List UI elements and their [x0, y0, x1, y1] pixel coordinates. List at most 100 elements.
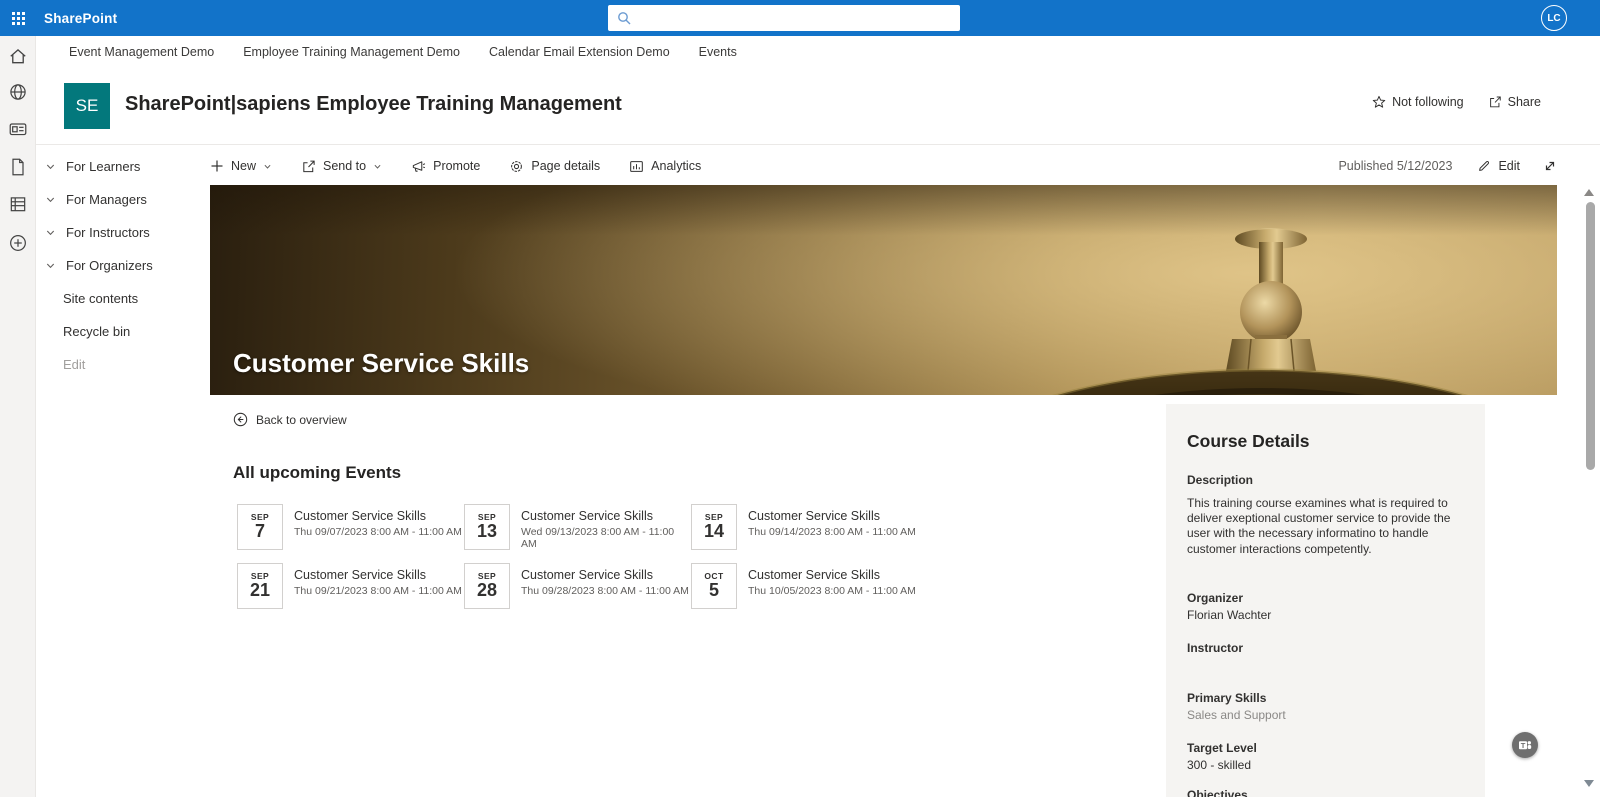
teams-fab-button[interactable]: T [1512, 732, 1538, 758]
event-title: Customer Service Skills [521, 568, 653, 582]
new-button[interactable]: New [210, 159, 272, 173]
app-rail [0, 36, 36, 797]
event-month: SEP [250, 570, 270, 581]
objectives-label: Objectives [1187, 787, 1248, 797]
bar-chart-icon [629, 159, 644, 174]
sidebar-item-for-learners[interactable]: For Learners [36, 150, 210, 183]
event-info: Customer Service Skills Thu 10/05/2023 8… [748, 563, 916, 609]
edit-label: Edit [1498, 159, 1520, 173]
send-to-label: Send to [323, 159, 367, 173]
event-day: 14 [703, 521, 725, 542]
site-logo[interactable]: SE [64, 83, 110, 129]
event-card[interactable]: SEP 28 Customer Service Skills Thu 09/28… [464, 563, 691, 609]
svg-text:T: T [1521, 741, 1526, 750]
sidebar-item-site-contents[interactable]: Site contents [36, 282, 210, 315]
hub-link-events[interactable]: Events [694, 45, 742, 59]
event-date-box: SEP 14 [691, 504, 737, 550]
hub-link-calendar-email[interactable]: Calendar Email Extension Demo [484, 45, 675, 59]
organizer-value: Florian Wachter [1187, 607, 1272, 622]
chevron-down-icon [263, 162, 272, 171]
sidebar-edit-link[interactable]: Edit [36, 348, 210, 381]
event-date-box: SEP 21 [237, 563, 283, 609]
event-title: Customer Service Skills [748, 509, 880, 523]
sidebar-item-recycle-bin[interactable]: Recycle bin [36, 315, 210, 348]
event-title: Customer Service Skills [294, 568, 426, 582]
waffle-icon [11, 11, 25, 25]
event-datetime: Thu 09/28/2023 8:00 AM - 11:00 AM [521, 585, 689, 597]
event-month: OCT [704, 570, 724, 581]
command-bar-right: Published 5/12/2023 Edit [1338, 159, 1557, 173]
target-level-value: 300 - skilled [1187, 757, 1252, 772]
sidebar-item-label: For Learners [66, 159, 141, 174]
expand-icon[interactable] [1543, 159, 1557, 173]
home-icon[interactable] [8, 46, 28, 66]
sidebar-item-label: For Managers [66, 192, 147, 207]
star-icon [1372, 95, 1386, 109]
sidebar-item-for-managers[interactable]: For Managers [36, 183, 210, 216]
sidebar-item-for-organizers[interactable]: For Organizers [36, 249, 210, 282]
account-avatar[interactable]: LC [1541, 5, 1567, 31]
send-icon [301, 159, 316, 174]
event-datetime: Thu 09/21/2023 8:00 AM - 11:00 AM [294, 585, 462, 597]
hub-link-employee-training[interactable]: Employee Training Management Demo [238, 45, 465, 59]
library-icon[interactable] [8, 194, 28, 214]
page-icon[interactable] [8, 157, 28, 177]
course-details-panel: Course Details Description This training… [1166, 404, 1485, 797]
global-search[interactable] [608, 5, 960, 31]
globe-icon[interactable] [8, 82, 28, 102]
share-button[interactable]: Share [1488, 95, 1541, 109]
promote-button[interactable]: Promote [411, 159, 480, 174]
edit-page-button[interactable]: Edit [1477, 159, 1520, 173]
command-bar: New Send to Promote Page details Analyti… [210, 150, 1557, 182]
scrollbar-thumb[interactable] [1586, 202, 1595, 470]
sidebar-item-for-instructors[interactable]: For Instructors [36, 216, 210, 249]
suite-app-name: SharePoint [44, 10, 118, 26]
site-header-actions: Not following Share [1372, 95, 1541, 109]
event-info: Customer Service Skills Thu 09/21/2023 8… [294, 563, 462, 609]
search-input[interactable] [638, 11, 960, 25]
event-card[interactable]: OCT 5 Customer Service Skills Thu 10/05/… [691, 563, 918, 609]
new-label: New [231, 159, 257, 173]
sidebar-item-label: For Organizers [66, 258, 153, 273]
back-to-overview-link[interactable]: Back to overview [233, 412, 347, 427]
event-month: SEP [704, 511, 724, 522]
app-launcher-button[interactable] [0, 0, 36, 36]
suite-bar: SharePoint LC [0, 0, 1600, 36]
follow-label: Not following [1392, 95, 1464, 109]
back-link-label: Back to overview [256, 412, 347, 427]
follow-button[interactable]: Not following [1372, 95, 1464, 109]
analytics-button[interactable]: Analytics [629, 159, 701, 174]
event-card[interactable]: SEP 13 Customer Service Skills Wed 09/13… [464, 504, 691, 550]
page-title: Customer Service Skills [233, 348, 530, 378]
event-title: Customer Service Skills [521, 509, 653, 523]
news-icon[interactable] [8, 119, 28, 139]
event-info: Customer Service Skills Wed 09/13/2023 8… [521, 504, 691, 550]
share-label: Share [1507, 95, 1541, 109]
quick-launch-nav: For Learners For Managers For Instructor… [36, 145, 210, 797]
event-day: 7 [254, 521, 265, 542]
event-card[interactable]: SEP 7 Customer Service Skills Thu 09/07/… [237, 504, 464, 550]
scrollbar-up-arrow[interactable] [1584, 189, 1594, 196]
sidebar-item-label: For Instructors [66, 225, 150, 240]
description-text: This training course examines what is re… [1187, 496, 1451, 556]
primary-skills-label: Primary Skills [1187, 690, 1267, 705]
event-title: Customer Service Skills [748, 568, 880, 582]
event-date-box: SEP 28 [464, 563, 510, 609]
gear-icon [509, 159, 524, 174]
hub-link-event-management[interactable]: Event Management Demo [64, 45, 219, 59]
event-date-box: SEP 13 [464, 504, 510, 550]
event-title: Customer Service Skills [294, 509, 426, 523]
event-datetime: Thu 09/14/2023 8:00 AM - 11:00 AM [748, 526, 916, 538]
page-details-button[interactable]: Page details [509, 159, 600, 174]
hero-banner: Customer Service Skills [210, 185, 1557, 395]
arrow-left-circle-icon [233, 412, 248, 427]
add-circle-icon[interactable] [8, 233, 28, 253]
site-title: SharePoint|sapiens Employee Training Man… [125, 93, 622, 115]
event-card[interactable]: SEP 21 Customer Service Skills Thu 09/21… [237, 563, 464, 609]
page-details-label: Page details [531, 159, 601, 173]
event-day: 28 [476, 580, 498, 601]
event-card[interactable]: SEP 14 Customer Service Skills Thu 09/14… [691, 504, 918, 550]
event-date-box: OCT 5 [691, 563, 737, 609]
scrollbar-down-arrow[interactable] [1584, 780, 1594, 787]
send-to-button[interactable]: Send to [301, 159, 382, 174]
